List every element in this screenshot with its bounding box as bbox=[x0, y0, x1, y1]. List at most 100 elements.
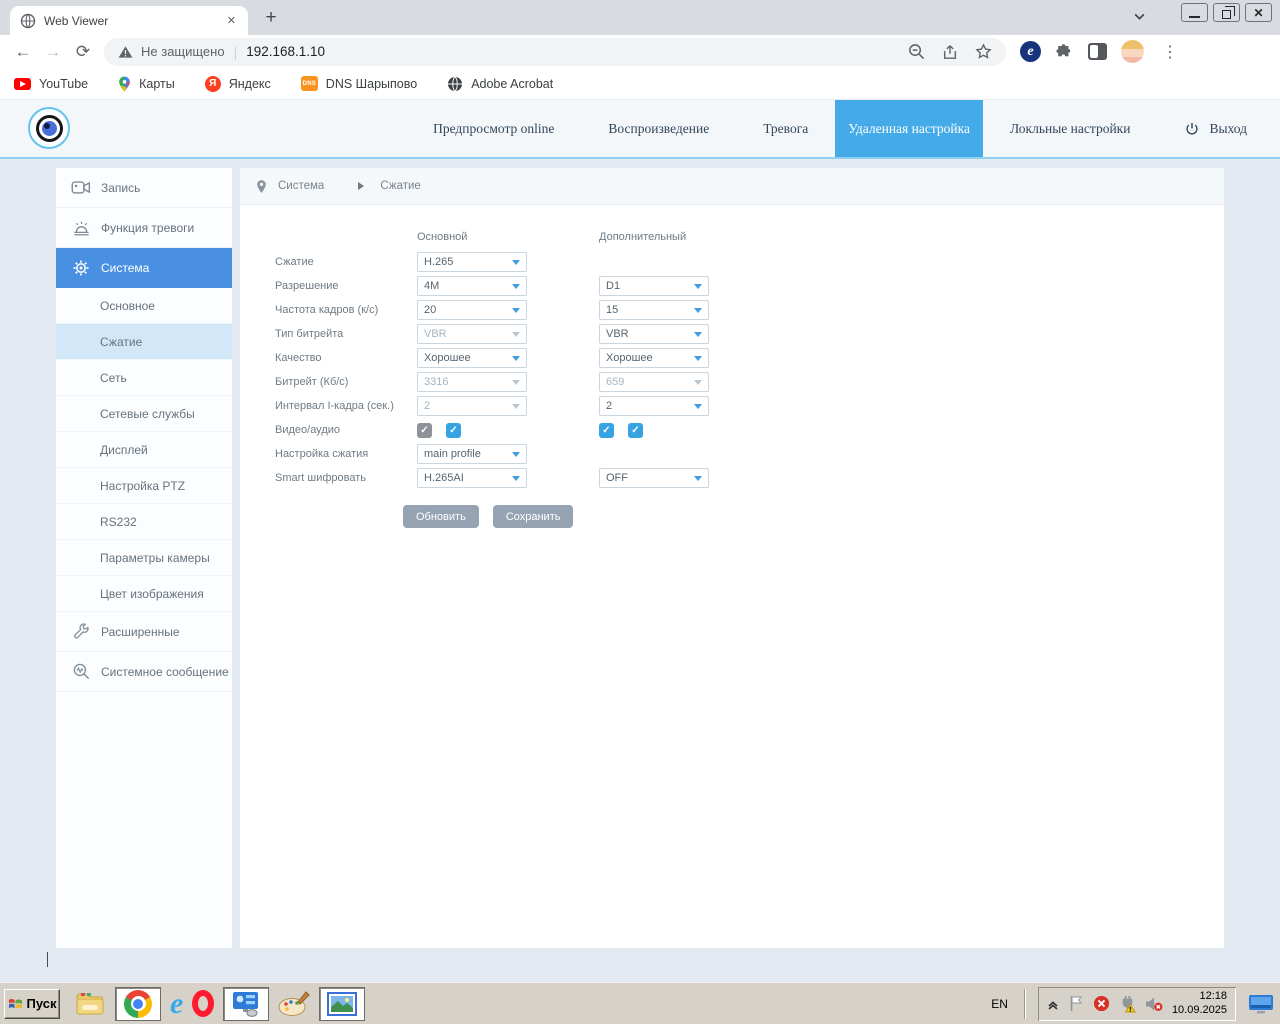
sidebar-item-advanced[interactable]: Расширенные bbox=[56, 612, 232, 652]
audio-checkbox-secondary[interactable] bbox=[628, 423, 643, 438]
resolution-primary-select[interactable]: 4M bbox=[417, 276, 527, 296]
opera-icon[interactable] bbox=[192, 990, 214, 1017]
stray-text-cursor bbox=[47, 952, 48, 967]
sidebar-item-rs232[interactable]: RS232 bbox=[56, 504, 232, 540]
usb-warning-icon[interactable] bbox=[1119, 995, 1136, 1013]
audio-checkbox-primary[interactable] bbox=[446, 423, 461, 438]
smart-encode-secondary-select[interactable]: OFF bbox=[599, 468, 709, 488]
file-explorer-icon[interactable] bbox=[74, 991, 106, 1017]
sidebar-item-display[interactable]: Дисплей bbox=[56, 432, 232, 468]
quality-secondary-select[interactable]: Хорошее bbox=[599, 348, 709, 368]
bitrate-type-primary-select: VBR bbox=[417, 324, 527, 344]
quick-launch: e bbox=[74, 987, 365, 1021]
field-label: Интервал I-кадра (сек.) bbox=[275, 400, 417, 412]
sidebar-item-ptz[interactable]: Настройка PTZ bbox=[56, 468, 232, 504]
video-checkbox-secondary[interactable] bbox=[599, 423, 614, 438]
image-viewer-button[interactable] bbox=[319, 987, 365, 1021]
close-button[interactable]: ✕ bbox=[1245, 3, 1272, 22]
quality-primary-select[interactable]: Хорошее bbox=[417, 348, 527, 368]
dns-icon: DNS bbox=[301, 76, 318, 91]
muted-speaker-icon[interactable] bbox=[1145, 996, 1163, 1012]
profile-avatar[interactable] bbox=[1121, 40, 1144, 63]
restore-button[interactable] bbox=[1213, 3, 1240, 22]
share-icon[interactable] bbox=[941, 44, 959, 60]
sidebar-label: Цвет изображения bbox=[100, 587, 204, 601]
chrome-taskbar-button[interactable] bbox=[115, 987, 161, 1021]
internet-explorer-icon[interactable]: e bbox=[170, 991, 183, 1017]
select-value: VBR bbox=[606, 328, 629, 340]
url-text[interactable]: 192.168.1.10 bbox=[246, 44, 325, 59]
compression-primary-select[interactable]: H.265 bbox=[417, 252, 527, 272]
nav-tab-remote-settings[interactable]: Удаленная настройка bbox=[835, 100, 983, 157]
nav-tab-playback[interactable]: Воспроизведение bbox=[581, 100, 736, 157]
alarm-icon bbox=[69, 219, 93, 237]
extension-e-icon[interactable]: e bbox=[1020, 41, 1041, 62]
bookmark-dns[interactable]: DNS DNS Шарыпово bbox=[301, 76, 417, 91]
nav-tab-local-settings[interactable]: Локльные настройки bbox=[983, 100, 1157, 157]
bookmark-acrobat[interactable]: Adobe Acrobat bbox=[447, 76, 553, 92]
flag-icon[interactable] bbox=[1068, 995, 1084, 1012]
sidebar-item-system-log[interactable]: Системное сообщение bbox=[56, 652, 232, 692]
sidebar-item-image-color[interactable]: Цвет изображения bbox=[56, 576, 232, 612]
sidebar-item-basic[interactable]: Основное bbox=[56, 288, 232, 324]
refresh-button[interactable]: Обновить bbox=[403, 505, 479, 528]
save-button[interactable]: Сохранить bbox=[493, 505, 574, 528]
bookmark-yandex[interactable]: Я Яндекс bbox=[205, 76, 271, 92]
extensions-puzzle-icon[interactable] bbox=[1055, 42, 1074, 61]
resolution-secondary-select[interactable]: D1 bbox=[599, 276, 709, 296]
back-button[interactable]: ← bbox=[8, 42, 38, 62]
framerate-primary-select[interactable]: 20 bbox=[417, 300, 527, 320]
show-desktop-icon[interactable] bbox=[1248, 994, 1274, 1014]
tab-close-icon[interactable]: ✕ bbox=[225, 14, 238, 27]
tab-search-chevron-icon[interactable] bbox=[1133, 10, 1146, 28]
smart-encode-primary-select[interactable]: H.265AI bbox=[417, 468, 527, 488]
minimize-button[interactable] bbox=[1181, 3, 1208, 22]
tray-clock[interactable]: 12:18 10.09.2025 bbox=[1172, 990, 1227, 1018]
bookmark-maps[interactable]: Карты bbox=[118, 76, 175, 92]
select-value: OFF bbox=[606, 472, 628, 484]
compression-form: Основной Дополнительный Сжатие H.265 Раз… bbox=[240, 205, 1224, 528]
display-settings-button[interactable] bbox=[223, 987, 269, 1021]
nav-tab-logout[interactable]: Выход bbox=[1157, 100, 1274, 157]
sidebar-item-camera-params[interactable]: Параметры камеры bbox=[56, 540, 232, 576]
security-alert-icon[interactable] bbox=[1093, 995, 1110, 1012]
security-label[interactable]: Не защищено bbox=[141, 44, 225, 59]
caret-down-icon bbox=[694, 284, 702, 289]
column-header-primary: Основной bbox=[417, 231, 599, 243]
show-hidden-icons-chevron[interactable] bbox=[1047, 998, 1059, 1010]
caret-down-icon bbox=[512, 356, 520, 361]
forward-button[interactable]: → bbox=[38, 42, 68, 62]
sidebar-item-compression[interactable]: Сжатие bbox=[56, 324, 232, 360]
framerate-secondary-select[interactable]: 15 bbox=[599, 300, 709, 320]
address-bar[interactable]: Не защищено | 192.168.1.10 bbox=[104, 38, 1006, 66]
bookmark-star-icon[interactable] bbox=[975, 43, 992, 60]
sidebar-item-network-services[interactable]: Сетевые службы bbox=[56, 396, 232, 432]
select-value: Хорошее bbox=[424, 352, 471, 364]
zoom-out-icon[interactable] bbox=[908, 43, 925, 60]
bookmark-youtube[interactable]: YouTube bbox=[14, 77, 88, 91]
nav-tab-preview[interactable]: Предпросмотр online bbox=[406, 100, 581, 157]
select-value: 2 bbox=[424, 400, 430, 412]
language-indicator[interactable]: EN bbox=[987, 997, 1012, 1011]
nav-tab-alarm[interactable]: Тревога bbox=[736, 100, 835, 157]
sidebar-label: Параметры камеры bbox=[100, 551, 210, 565]
sidebar-item-system[interactable]: Система bbox=[56, 248, 232, 288]
sidebar-item-alarm-function[interactable]: Функция тревоги bbox=[56, 208, 232, 248]
sidebar-label: Системное сообщение bbox=[101, 665, 229, 679]
browser-menu-button[interactable]: ⋮ bbox=[1162, 42, 1178, 62]
start-button[interactable]: Пуск bbox=[4, 989, 60, 1019]
new-tab-button[interactable]: + bbox=[258, 6, 284, 30]
reload-button[interactable]: ⟳ bbox=[68, 42, 98, 62]
breadcrumb-section[interactable]: Система bbox=[278, 180, 324, 192]
clock-time: 12:18 bbox=[1172, 990, 1227, 1004]
paint-icon[interactable] bbox=[278, 990, 310, 1017]
bitrate-type-secondary-select[interactable]: VBR bbox=[599, 324, 709, 344]
sidebar-toggle-icon[interactable] bbox=[1088, 43, 1107, 60]
sidebar-label: Сжатие bbox=[100, 335, 142, 349]
nav-label: Локльные настройки bbox=[1010, 121, 1130, 137]
browser-tab[interactable]: Web Viewer ✕ bbox=[10, 6, 248, 35]
sidebar-item-network[interactable]: Сеть bbox=[56, 360, 232, 396]
profile-primary-select[interactable]: main profile bbox=[417, 444, 527, 464]
sidebar-item-record[interactable]: Запись bbox=[56, 168, 232, 208]
iframe-interval-secondary-select[interactable]: 2 bbox=[599, 396, 709, 416]
